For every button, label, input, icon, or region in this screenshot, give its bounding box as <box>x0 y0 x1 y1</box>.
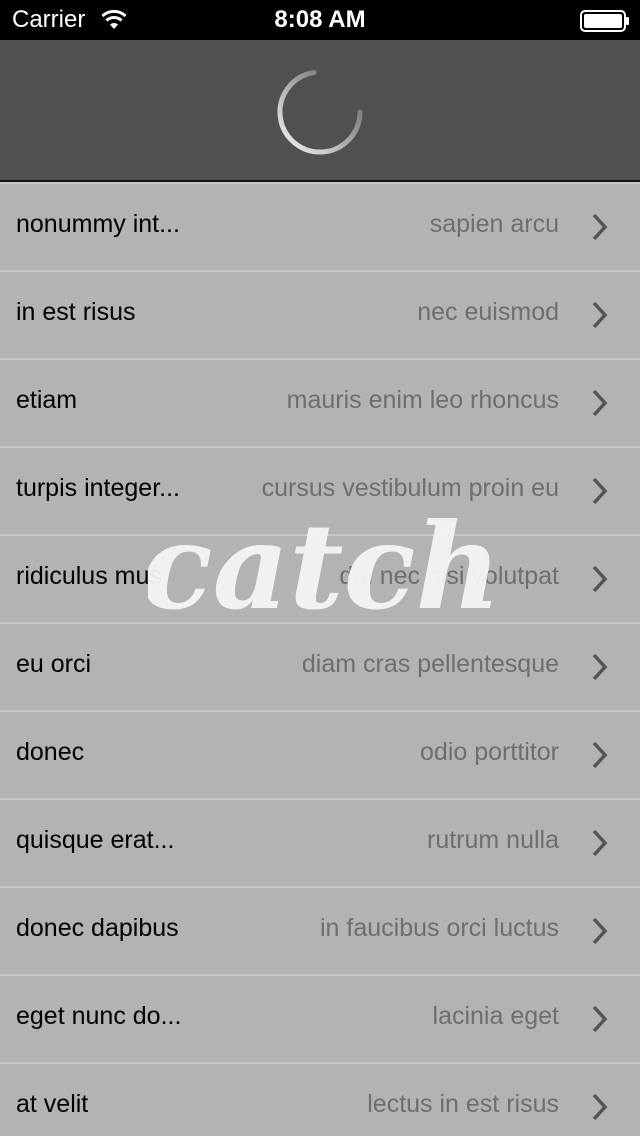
status-bar: Carrier 8:08 AM <box>0 0 640 40</box>
list-item-title: nonummy int... <box>16 210 180 238</box>
chevron-right-icon <box>592 565 608 593</box>
pull-to-refresh-header <box>0 40 640 182</box>
list-item-title: at velit <box>16 1090 89 1118</box>
chevron-right-icon <box>592 301 608 329</box>
chevron-right-icon <box>592 1005 608 1033</box>
list-item-title: donec <box>16 738 85 766</box>
list-item-title: etiam <box>16 386 78 414</box>
list-item[interactable]: turpis integer... cursus vestibulum proi… <box>0 446 640 532</box>
list-item[interactable]: eu orci diam cras pellentesque <box>0 622 640 708</box>
list-item[interactable]: donec odio porttitor <box>0 710 640 796</box>
chevron-right-icon <box>592 741 608 769</box>
chevron-right-icon <box>592 917 608 945</box>
list-item-title: eget nunc do... <box>16 1002 182 1030</box>
content-list: nonummy int... sapien arcu in est risus … <box>0 182 640 1136</box>
list-item-title: eu orci <box>16 650 92 678</box>
list-item-detail: odio porttitor <box>420 738 559 766</box>
list-item-detail: mauris enim leo rhoncus <box>286 386 559 414</box>
list-item-title: donec dapibus <box>16 914 179 942</box>
list-item[interactable]: etiam mauris enim leo rhoncus <box>0 358 640 444</box>
chevron-right-icon <box>592 1093 608 1121</box>
list-item[interactable]: eget nunc do... lacinia eget <box>0 974 640 1060</box>
list-item-detail: nec euismod <box>417 298 559 326</box>
chevron-right-icon <box>592 477 608 505</box>
list-item-detail: in faucibus orci luctus <box>319 914 559 942</box>
list-item-title: ridiculus mus <box>16 562 162 590</box>
list-item-detail: lectus in est risus <box>367 1090 559 1118</box>
list-item-title: in est risus <box>16 298 136 326</box>
list-item-detail: dui nec nisi volutpat <box>339 562 559 590</box>
list-item[interactable]: nonummy int... sapien arcu <box>0 182 640 268</box>
list-item-detail: cursus vestibulum proin eu <box>261 474 559 502</box>
list-item-title: turpis integer... <box>16 474 180 502</box>
chevron-right-icon <box>592 829 608 857</box>
list-item[interactable]: in est risus nec euismod <box>0 270 640 356</box>
list-item[interactable]: at velit lectus in est risus <box>0 1062 640 1136</box>
list-item[interactable]: ridiculus mus dui nec nisi volutpat <box>0 534 640 620</box>
list-item-detail: sapien arcu <box>429 210 559 238</box>
list-item-title: quisque erat... <box>16 826 175 854</box>
chevron-right-icon <box>592 213 608 241</box>
list-item[interactable]: quisque erat... rutrum nulla <box>0 798 640 884</box>
list-item-detail: lacinia eget <box>432 1002 559 1030</box>
list-item-detail: diam cras pellentesque <box>301 650 559 678</box>
list-item[interactable]: donec dapibus in faucibus orci luctus <box>0 886 640 972</box>
chevron-right-icon <box>592 389 608 417</box>
battery-icon <box>580 10 629 32</box>
chevron-right-icon <box>592 653 608 681</box>
clock: 8:08 AM <box>274 6 366 33</box>
loading-spinner-icon <box>277 70 363 155</box>
list-item-detail: rutrum nulla <box>427 826 559 854</box>
